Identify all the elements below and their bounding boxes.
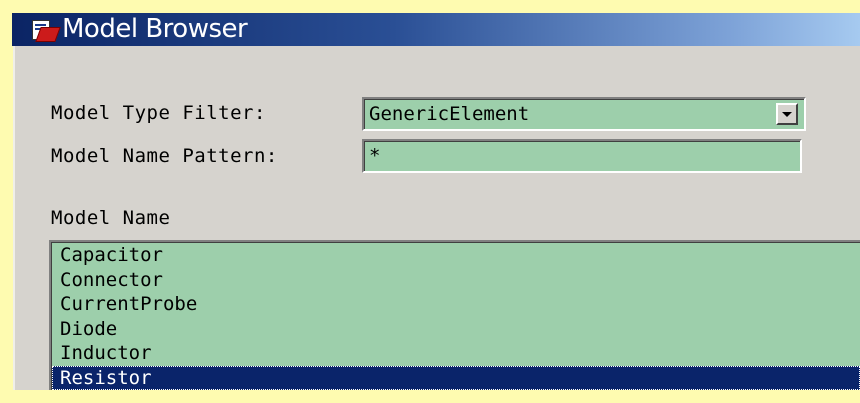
chevron-down-icon	[782, 111, 792, 117]
list-item[interactable]: CurrentProbe	[52, 292, 860, 317]
model-name-pattern-value: *	[364, 141, 800, 171]
model-name-header: Model Name	[51, 207, 171, 229]
model-list[interactable]: Capacitor Connector CurrentProbe Diode Induc…	[49, 240, 860, 390]
model-name-pattern-label: Model Name Pattern:	[51, 145, 278, 167]
list-item[interactable]: Resistor	[52, 365, 860, 390]
list-item[interactable]: Capacitor	[52, 243, 860, 268]
title-bar[interactable]: Model Browser	[12, 13, 860, 46]
model-type-filter-select[interactable]: GenericElement	[362, 97, 806, 131]
list-item[interactable]: Connector	[52, 268, 860, 293]
model-type-filter-label: Model Type Filter:	[51, 102, 266, 124]
model-browser-app-icon[interactable]	[30, 19, 61, 42]
model-type-filter-value: GenericElement	[364, 99, 804, 129]
model-list-inner: Capacitor Connector CurrentProbe Diode Induc…	[51, 242, 860, 390]
window-title: Model Browser	[62, 14, 248, 44]
dropdown-button[interactable]	[776, 103, 798, 125]
list-item[interactable]: Inductor	[52, 341, 860, 366]
model-name-pattern-input[interactable]: *	[362, 139, 802, 173]
list-item[interactable]: Diode	[52, 317, 860, 342]
